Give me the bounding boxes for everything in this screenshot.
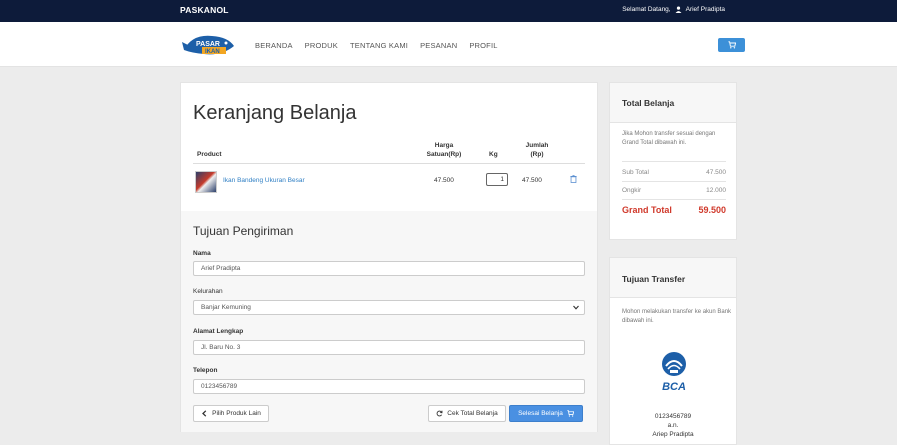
total-title: Total Belanja <box>622 98 675 108</box>
product-name-link[interactable]: Ikan Bandeng Ukuran Besar <box>223 177 305 184</box>
shipping-cost-label: Ongkir <box>622 187 642 194</box>
pasar-ikan-logo[interactable]: PASAR IKAN <box>182 32 236 58</box>
svg-text:BCA: BCA <box>662 381 686 393</box>
address-label: Alamat Lengkap <box>193 328 244 335</box>
top-bar: PASKANOL Selamat Datang, Arief Pradipta <box>0 0 897 22</box>
quantity-input[interactable]: 1 <box>486 173 508 186</box>
nav-tentang-kami[interactable]: TENTANG KAMI <box>350 41 408 50</box>
greeting-text: Selamat Datang, <box>622 6 671 13</box>
product-thumbnail[interactable] <box>195 171 217 193</box>
cart-icon <box>727 41 736 49</box>
bca-bank-logo: BCA <box>662 352 686 393</box>
shipping-cost-row: Ongkir 12.000 <box>622 187 726 194</box>
shipping-cost-value: 12.000 <box>706 187 726 194</box>
check-total-button[interactable]: Cek Total Belanja <box>428 405 506 422</box>
col-total-header: Jumlah (Rp) <box>525 142 549 158</box>
product-total: 47.500 <box>522 177 542 184</box>
trash-icon[interactable] <box>570 175 577 183</box>
transfer-card: Tujuan Transfer Mohon melakukan transfer… <box>609 257 737 445</box>
summary-divider <box>622 199 726 200</box>
kelurahan-value: Banjar Kemuning <box>201 304 251 311</box>
back-to-products-button[interactable]: Pilih Produk Lain <box>193 405 269 422</box>
nav-produk[interactable]: PRODUK <box>305 41 338 50</box>
cart-icon <box>567 410 574 417</box>
col-product-header: Product <box>197 151 222 158</box>
main-navbar: PASAR IKAN BERANDA PRODUK TENTANG KAMI P… <box>0 22 897 67</box>
summary-divider <box>622 181 726 182</box>
brand-text: PASKANOL <box>180 5 229 15</box>
transfer-title: Tujuan Transfer <box>622 274 686 284</box>
shipping-title: Tujuan Pengiriman <box>193 224 294 238</box>
user-greeting[interactable]: Selamat Datang, Arief Pradipta <box>622 6 725 13</box>
phone-label: Telepon <box>193 367 218 374</box>
chevron-down-icon <box>573 305 579 310</box>
account-holder: Ariep Pradipta <box>652 431 694 438</box>
finish-shopping-button[interactable]: Selesai Belanja <box>509 405 583 422</box>
name-label: Nama <box>193 250 211 257</box>
name-field[interactable]: Arief Pradipta <box>193 261 585 276</box>
grand-total-label: Grand Total <box>622 205 672 215</box>
user-icon <box>675 6 682 13</box>
summary-divider <box>622 161 726 162</box>
phone-field[interactable]: 0123456789 <box>193 379 585 394</box>
nav-links: BERANDA PRODUK TENTANG KAMI PESANAN PROF… <box>255 41 498 50</box>
total-card: Total Belanja Jika Mohon transfer sesuai… <box>609 82 737 240</box>
grand-total-row: Grand Total 59.500 <box>622 205 726 215</box>
cart-button[interactable] <box>718 38 745 52</box>
check-total-label: Cek Total Belanja <box>447 410 498 417</box>
kelurahan-label: Kelurahan <box>193 288 223 295</box>
logo-text: PASAR <box>196 41 220 48</box>
shipping-section <box>181 211 597 432</box>
subtotal-label: Sub Total <box>622 169 649 176</box>
table-divider <box>193 163 585 164</box>
nav-pesanan[interactable]: PESANAN <box>420 41 457 50</box>
product-price: 47.500 <box>434 177 454 184</box>
subtotal-row: Sub Total 47.500 <box>622 169 726 176</box>
refresh-icon <box>436 410 443 417</box>
user-name: Arief Pradipta <box>685 6 725 13</box>
cart-card: Keranjang Belanja Product Harga Satuan(Rp… <box>180 82 598 432</box>
finish-label: Selesai Belanja <box>518 410 563 417</box>
kelurahan-select[interactable]: Banjar Kemuning <box>193 300 585 315</box>
col-price-header: Harga Satuan(Rp) <box>426 142 462 158</box>
nav-profil[interactable]: PROFIL <box>469 41 497 50</box>
total-note: Jika Mohon transfer sesuai dengan Grand … <box>622 131 716 146</box>
chevron-left-icon <box>202 410 207 417</box>
account-an: a.n. <box>667 422 679 429</box>
address-field[interactable]: Jl. Baru No. 3 <box>193 340 585 355</box>
transfer-note: Mohon melakukan transfer ke akun Bank di… <box>622 309 732 324</box>
page-title: Keranjang Belanja <box>193 102 357 124</box>
col-qty-header: Kg <box>489 151 498 158</box>
account-number: 0123456789 <box>654 413 692 420</box>
subtotal-value: 47.500 <box>706 169 726 176</box>
grand-total-value: 59.500 <box>698 205 726 215</box>
nav-beranda[interactable]: BERANDA <box>255 41 293 50</box>
back-button-label: Pilih Produk Lain <box>212 410 261 417</box>
svg-text:IKAN: IKAN <box>205 49 220 55</box>
